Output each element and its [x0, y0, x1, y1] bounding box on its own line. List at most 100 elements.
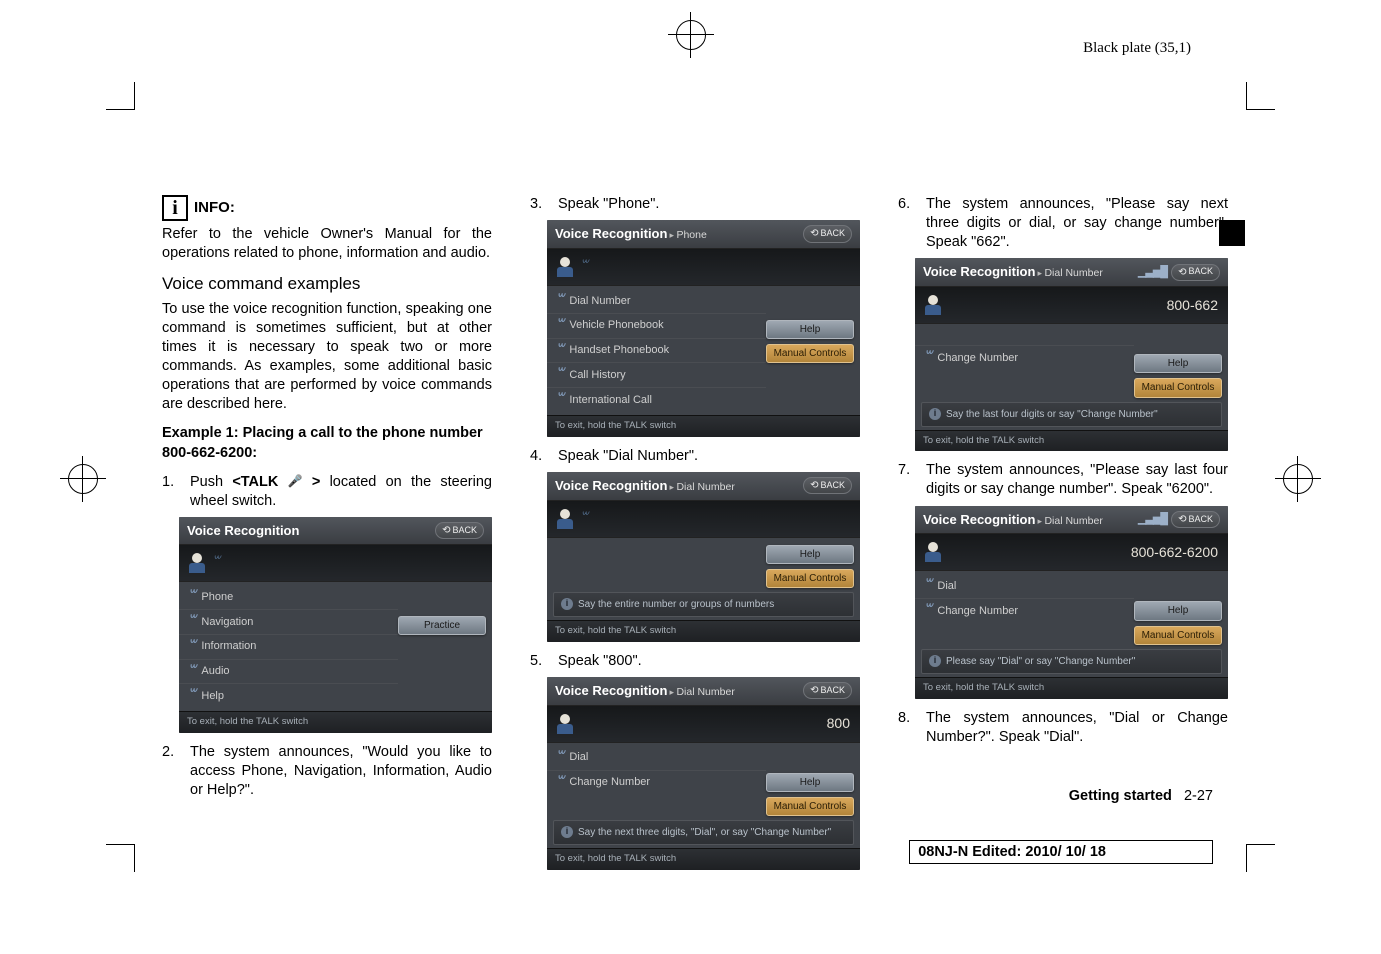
- display-value: 800-662-6200: [1131, 543, 1218, 561]
- step-3: 3. Speak "Phone".: [530, 195, 860, 214]
- speak-wave-icon: ꒳: [579, 259, 588, 275]
- item-label: Dial Number: [569, 294, 630, 309]
- help-button[interactable]: Help: [1134, 601, 1222, 620]
- back-label: BACK: [820, 480, 845, 492]
- speak-icon: ꒳: [923, 350, 932, 366]
- title: Voice Recognition: [555, 225, 667, 242]
- speak-wave-icon: ꒳: [579, 511, 588, 527]
- registration-mark: [60, 456, 106, 502]
- breadcrumb: Phone: [669, 229, 706, 243]
- screenshot-dial-800-662: Voice RecognitionDial Number ▁▃▅█ BACK 8…: [915, 258, 1228, 451]
- back-button[interactable]: BACK: [803, 477, 852, 494]
- item-label: Vehicle Phonebook: [569, 318, 663, 333]
- list-item[interactable]: ꒳Change Number: [547, 770, 766, 795]
- back-button[interactable]: BACK: [435, 522, 484, 539]
- back-button[interactable]: BACK: [1171, 264, 1220, 281]
- list-item[interactable]: ꒳ International Call: [547, 387, 766, 412]
- talk-label: >: [303, 474, 321, 490]
- speak-icon: ꒳: [555, 750, 564, 766]
- step-8: 8. The system announces, "Dial or Change…: [898, 709, 1228, 747]
- help-button[interactable]: Help: [766, 773, 854, 792]
- list-item[interactable]: ꒳Phone: [179, 585, 398, 609]
- item-label: Information: [201, 639, 256, 654]
- footer-hint: To exit, hold the TALK switch: [547, 848, 860, 870]
- list-item[interactable]: ꒳Navigation: [179, 609, 398, 634]
- section-name: Getting started: [1069, 788, 1172, 804]
- manual-controls-button[interactable]: Manual Controls: [1134, 378, 1222, 397]
- step-7: 7. The system announces, "Please say las…: [898, 461, 1228, 499]
- step-number: 5.: [530, 652, 548, 671]
- crop-mark: [1246, 82, 1247, 110]
- info-heading: i INFO:: [162, 195, 492, 221]
- back-button[interactable]: BACK: [1171, 511, 1220, 528]
- help-button[interactable]: Help: [766, 545, 854, 564]
- footer-hint: To exit, hold the TALK switch: [915, 430, 1228, 452]
- display-value: 800: [827, 714, 850, 732]
- speak-icon: ꒳: [923, 578, 932, 594]
- list-item[interactable]: ꒳Audio: [179, 659, 398, 684]
- step-number: 1.: [162, 473, 180, 511]
- list-item[interactable]: ꒳Dial: [547, 746, 766, 770]
- user-icon: [925, 295, 945, 315]
- help-button[interactable]: Help: [766, 320, 854, 339]
- list-item[interactable]: ꒳Help: [179, 683, 398, 708]
- back-button[interactable]: BACK: [803, 682, 852, 699]
- info-icon: i: [929, 655, 941, 667]
- list-item[interactable]: ꒳Change Number: [915, 598, 1134, 623]
- user-icon: [557, 509, 577, 529]
- crop-mark: [106, 844, 134, 845]
- step-number: 6.: [898, 195, 916, 252]
- titlebar: Voice RecognitionDial Number ▁▃▅█ BACK: [915, 258, 1228, 287]
- manual-controls-button[interactable]: Manual Controls: [766, 797, 854, 816]
- speak-icon: ꒳: [923, 603, 932, 619]
- hint-row: i Say the last four digits or say "Chang…: [921, 402, 1222, 427]
- list-item[interactable]: ꒳Dial Number: [547, 289, 766, 313]
- titlebar: Voice RecognitionDial Number BACK: [547, 472, 860, 501]
- display-value: 800-662: [1167, 296, 1218, 314]
- speak-icon: ꒳: [187, 688, 196, 704]
- list-item[interactable]: ꒳Handset Phonebook: [547, 338, 766, 363]
- screenshot-dial-number-prompt: Voice RecognitionDial Number BACK ꒳ Help…: [547, 472, 860, 642]
- titlebar: Voice RecognitionPhone BACK: [547, 220, 860, 249]
- step-text: Speak "Dial Number".: [558, 447, 860, 466]
- speak-icon: ꒳: [187, 589, 196, 605]
- list-item[interactable]: ꒳Call History: [547, 362, 766, 387]
- registration-mark: [668, 12, 714, 58]
- list-item[interactable]: ꒳ Vehicle Phonebook: [547, 313, 766, 338]
- speak-icon: ꒳: [555, 318, 564, 334]
- manual-controls-button[interactable]: Manual Controls: [1134, 626, 1222, 645]
- practice-button[interactable]: Practice: [398, 616, 486, 635]
- speak-icon: ꒳: [555, 392, 564, 408]
- title: Voice Recognition: [555, 682, 667, 699]
- display-area: ꒳: [547, 249, 860, 286]
- list-item[interactable]: ꒳Information: [179, 634, 398, 659]
- item-label: International Call: [569, 393, 652, 408]
- hint-text: Say the next three digits, "Dial", or sa…: [578, 826, 831, 839]
- help-button[interactable]: Help: [1134, 354, 1222, 373]
- hint-row: i Please say "Dial" or say "Change Numbe…: [921, 649, 1222, 674]
- crop-mark: [134, 82, 135, 110]
- display-area: ꒳: [547, 501, 860, 538]
- page-number: 2-27: [1184, 788, 1213, 804]
- crop-mark: [1247, 844, 1275, 845]
- crop-mark: [1246, 844, 1247, 872]
- user-icon: [925, 542, 945, 562]
- subheading-voice-examples: Voice command examples: [162, 273, 492, 295]
- command-list: ꒳Phone ꒳Navigation ꒳Information ꒳Audio ꒳…: [179, 585, 398, 708]
- step-text: The system announces, "Would you like to…: [190, 743, 492, 800]
- step-number: 2.: [162, 743, 180, 800]
- display-area: 800: [547, 706, 860, 743]
- list-item[interactable]: ꒳Dial: [915, 574, 1134, 598]
- list-item[interactable]: ꒳Change Number: [915, 345, 1134, 370]
- manual-controls-button[interactable]: Manual Controls: [766, 344, 854, 363]
- title: Voice Recognition: [923, 511, 1035, 528]
- manual-controls-button[interactable]: Manual Controls: [766, 569, 854, 588]
- command-list: ꒳Dial Number ꒳Vehicle Phonebook ꒳Handset…: [547, 289, 766, 412]
- title: Voice Recognition: [555, 477, 667, 494]
- back-button[interactable]: BACK: [803, 225, 852, 242]
- hint-text: Say the entire number or groups of numbe…: [578, 598, 774, 611]
- hint-row: i Say the next three digits, "Dial", or …: [553, 820, 854, 845]
- hint-row: i Say the entire number or groups of num…: [553, 592, 854, 617]
- crop-mark: [134, 844, 135, 872]
- footer-hint: To exit, hold the TALK switch: [179, 711, 492, 733]
